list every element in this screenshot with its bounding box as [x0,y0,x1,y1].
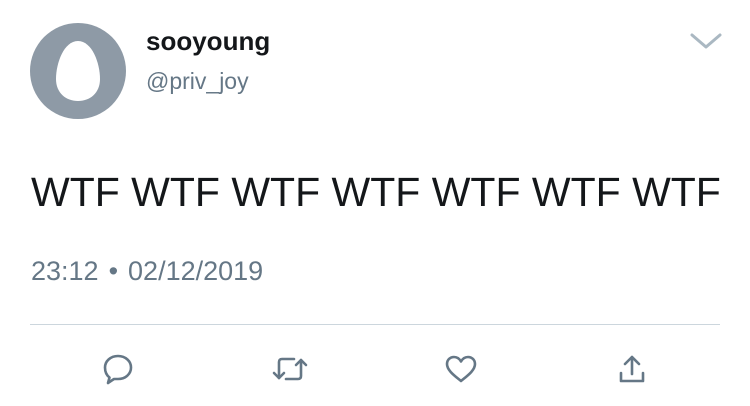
avatar[interactable] [30,23,126,119]
share-button[interactable] [614,351,650,387]
tweet-timestamp[interactable]: 23:12 • 02/12/2019 [31,258,263,285]
more-options-chevron-down-icon[interactable] [688,28,724,52]
heart-icon [445,355,477,383]
divider [30,324,720,325]
like-button[interactable] [443,351,479,387]
display-name[interactable]: sooyoung [146,28,270,54]
reply-button[interactable] [100,351,136,387]
egg-avatar-icon [56,41,100,101]
tweet-time: 23:12 [31,256,99,286]
user-handle[interactable]: @priv_joy [146,70,249,93]
tweet-date: 02/12/2019 [128,256,264,286]
retweet-button[interactable] [272,351,308,387]
meta-separator: • [108,256,119,286]
reply-icon [103,354,133,385]
tweet-text: WTF WTF WTF WTF WTF WTF WTF [31,169,721,215]
retweet-icon [272,357,308,381]
share-icon [619,355,645,383]
